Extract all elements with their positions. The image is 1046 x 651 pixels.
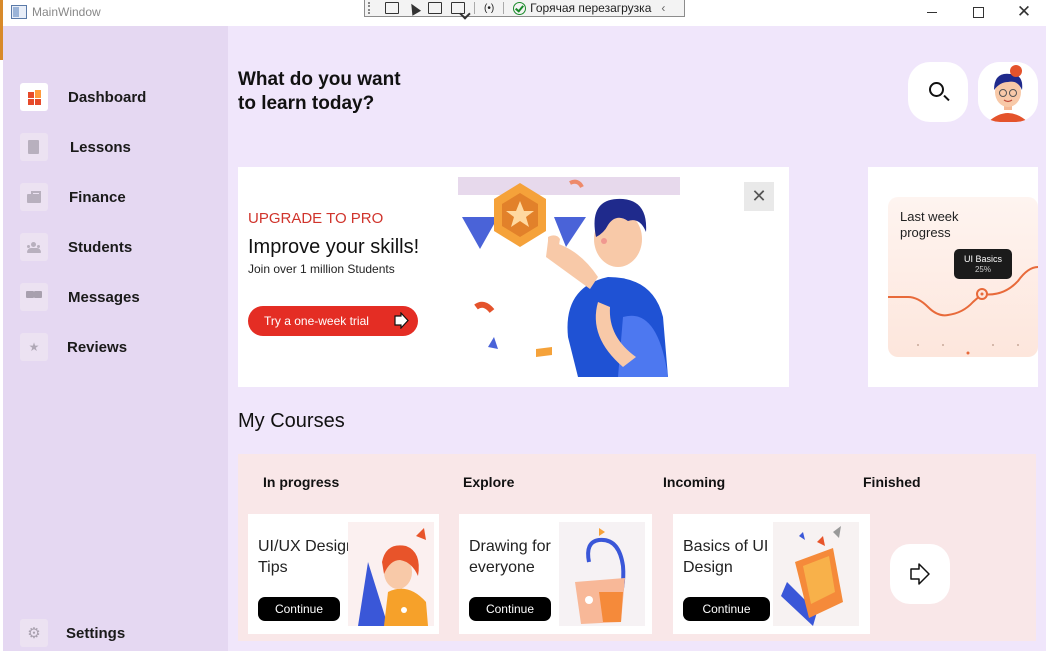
briefcase-icon: [20, 183, 48, 211]
close-promo-button[interactable]: ✕: [744, 182, 774, 211]
promo-eyebrow: UPGRADE TO PRO: [248, 210, 384, 227]
stars-icon: ★: [20, 333, 48, 361]
course-card[interactable]: Drawing for everyone Continue: [459, 514, 652, 634]
weekly-progress-card[interactable]: Last week progress UI Basics 25%: [868, 167, 1038, 387]
window-title: MainWindow: [32, 5, 101, 19]
sidebar-item-label: Messages: [68, 288, 140, 306]
arrow-cursor-icon: [394, 312, 409, 329]
tab-incoming[interactable]: Incoming: [663, 474, 725, 490]
courses-panel: In progress Explore Incoming Finished UI…: [238, 454, 1036, 641]
tab-finished[interactable]: Finished: [863, 474, 921, 490]
chart-tooltip: UI Basics 25%: [954, 249, 1012, 279]
upgrade-promo-banner: UPGRADE TO PRO Improve your skills! Join…: [238, 167, 789, 387]
continue-button[interactable]: Continue: [469, 597, 551, 621]
avatar[interactable]: [978, 62, 1038, 122]
trial-button[interactable]: Try a one-week trial: [248, 306, 418, 336]
sidebar-item-label: Lessons: [70, 138, 131, 156]
chevron-left-icon[interactable]: ‹: [661, 1, 665, 15]
hot-reload-label[interactable]: Горячая перезагрузка: [530, 1, 651, 15]
track-focused-element-icon[interactable]: [451, 2, 465, 14]
sidebar-item-label: Students: [68, 238, 133, 256]
minimize-button[interactable]: [909, 0, 955, 24]
progress-chart-panel: Last week progress UI Basics 25%: [888, 197, 1038, 357]
sidebar-item-label: Finance: [69, 188, 126, 206]
sidebar-item-label: Dashboard: [68, 88, 147, 106]
book-icon: [20, 133, 48, 161]
toolbar-grip-icon[interactable]: [368, 2, 376, 14]
continue-button[interactable]: Continue: [683, 597, 770, 621]
sidebar-item-reviews[interactable]: ★ Reviews: [20, 332, 127, 362]
promo-subtitle: Join over 1 million Students: [248, 262, 395, 276]
toolbar-separator: [474, 2, 475, 14]
tab-in-progress[interactable]: In progress: [263, 474, 339, 490]
sidebar-item-label: Settings: [66, 624, 126, 642]
sidebar: Dashboard Lessons Finance Students Messa…: [3, 26, 228, 651]
page-title-line: What do you want: [238, 69, 401, 90]
app-window-icon: [11, 5, 27, 19]
close-window-button[interactable]: ✕: [1001, 0, 1046, 24]
main-content: What do you want to learn today? UPGRADE…: [228, 26, 1046, 651]
sidebar-item-students[interactable]: Students: [20, 232, 132, 262]
sidebar-item-finance[interactable]: Finance: [20, 182, 126, 212]
search-icon: [929, 82, 944, 97]
sidebar-item-label: Reviews: [67, 338, 128, 356]
my-courses-heading: My Courses: [238, 410, 345, 432]
tooltip-value: 25%: [974, 265, 991, 274]
window-titlebar: MainWindow (•) Горячая перезагрузка ‹ ✕: [0, 0, 1046, 26]
next-courses-button[interactable]: [890, 544, 950, 604]
arrow-right-icon: [910, 563, 930, 585]
page-title: What do you want to learn today?: [238, 68, 438, 116]
tooltip-title: UI Basics: [963, 254, 1002, 264]
course-card[interactable]: Basics of UI Design Continue: [673, 514, 870, 634]
tab-explore[interactable]: Explore: [463, 474, 514, 490]
ui-basics-illustration: [773, 522, 859, 626]
drawing-cup-illustration: [559, 522, 645, 626]
toolbar-separator: [503, 2, 505, 14]
trial-button-label: Try a one-week trial: [264, 314, 369, 328]
hot-reload-status-icon: [513, 1, 527, 15]
dashboard-icon: [20, 83, 48, 111]
continue-button[interactable]: Continue: [258, 597, 340, 621]
display-layout-adorners-icon[interactable]: [428, 2, 442, 14]
sidebar-item-dashboard[interactable]: Dashboard: [20, 82, 146, 112]
xaml-debug-toolbar: (•) Горячая перезагрузка ‹: [364, 0, 685, 17]
live-tree-icon[interactable]: [385, 2, 399, 14]
maximize-button[interactable]: [955, 0, 1001, 24]
binding-failures-icon[interactable]: (•): [484, 3, 494, 14]
chat-icon: [20, 283, 48, 311]
student-badge-illustration: [458, 177, 680, 377]
page-title-line: to learn today?: [238, 93, 375, 114]
sidebar-item-settings[interactable]: ⚙ Settings: [20, 618, 125, 648]
search-button[interactable]: [908, 62, 968, 122]
promo-title: Improve your skills!: [248, 236, 420, 258]
select-element-icon[interactable]: [406, 0, 422, 16]
gear-icon: ⚙: [20, 619, 48, 647]
people-icon: [20, 233, 48, 261]
user-avatar-icon: [978, 62, 1038, 122]
sidebar-item-lessons[interactable]: Lessons: [20, 132, 131, 162]
course-card[interactable]: UI/UX Design Tips Continue: [248, 514, 439, 634]
designer-girl-illustration: [348, 522, 434, 626]
sidebar-item-messages[interactable]: Messages: [20, 282, 140, 312]
